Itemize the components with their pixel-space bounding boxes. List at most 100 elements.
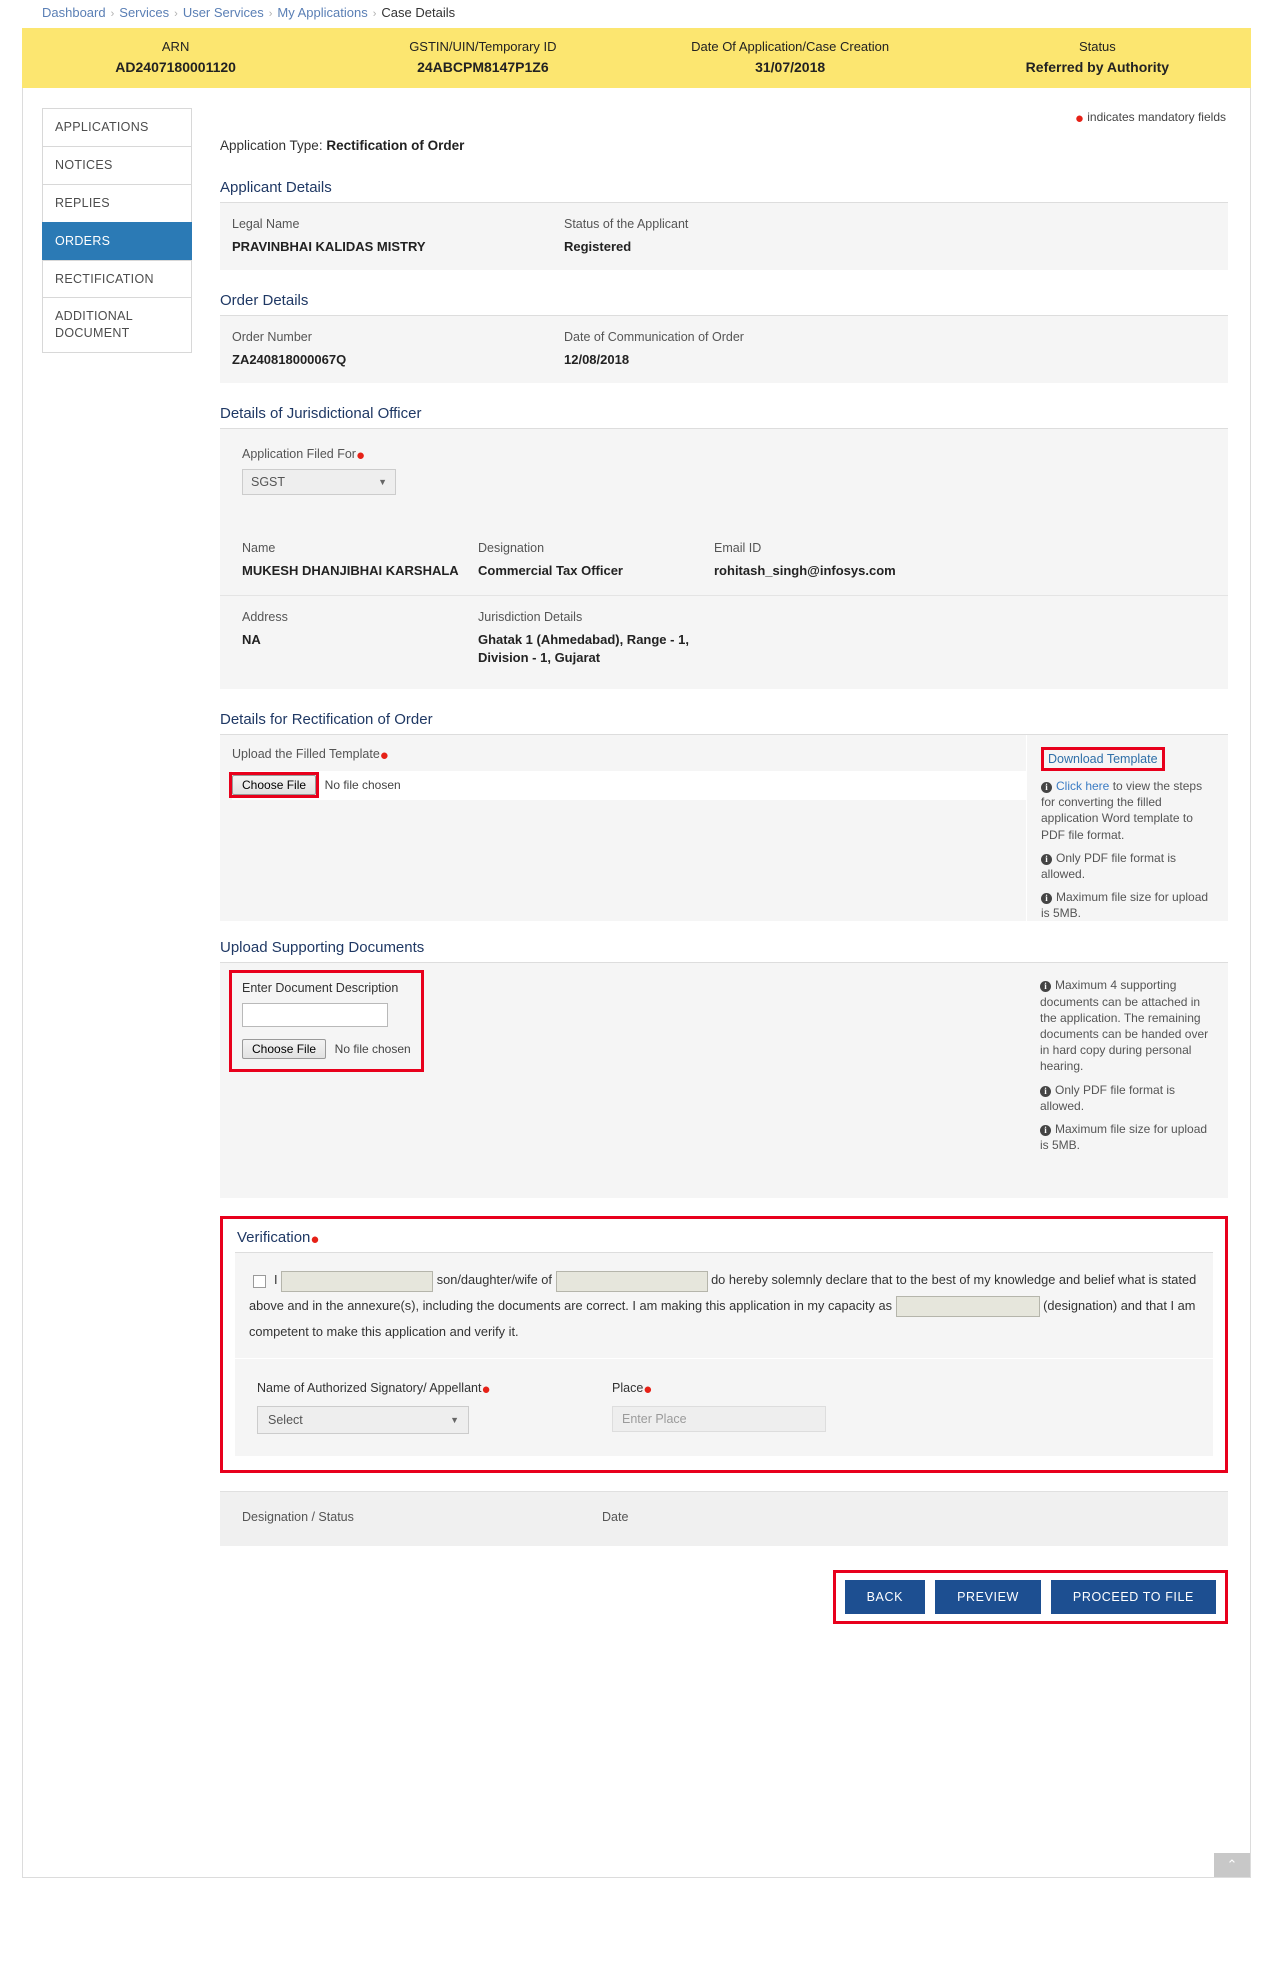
verification-declaration-text: I son/daughter/wife of do hereby solemnl…	[249, 1267, 1199, 1344]
info-icon: i	[1041, 781, 1052, 793]
supporting-choose-file-wrap: Choose File	[242, 1039, 327, 1060]
download-template-link[interactable]: Download Template	[1041, 746, 1165, 771]
section-title-applicant-details: Applicant Details	[220, 179, 332, 196]
mandatory-fields-text: indicates mandatory fields	[1087, 110, 1226, 124]
info-max-size-template-text: Maximum file size for upload is 5MB.	[1041, 890, 1209, 921]
info-max-documents-text: Maximum 4 supporting documents can be at…	[1040, 978, 1209, 1074]
communication-date-label: Date of Communication of Order	[564, 330, 744, 345]
field-jurisdiction-details: Jurisdiction Details Ghatak 1 (Ahmedabad…	[478, 610, 714, 667]
mandatory-fields-note: ● indicates mandatory fields	[220, 110, 1228, 126]
sidebar-item-replies[interactable]: REPLIES	[42, 183, 192, 222]
template-file-row: Choose File No file chosen	[228, 770, 1026, 800]
breadcrumb: Dashboard › Services › User Services › My Appl…	[0, 0, 1273, 28]
proceed-to-file-button[interactable]: PROCEED TO FILE	[1050, 1579, 1216, 1614]
signatory-label-text: Name of Authorized Signatory/ Appellant	[257, 1381, 482, 1396]
rectification-upload-left: Upload the Filled Template● Choose File …	[220, 734, 1026, 922]
verification-section-highlight: Verification● I son/daughter/wife of do …	[220, 1216, 1228, 1473]
info-convert-steps: i Click here to view the steps for conver…	[1041, 778, 1218, 843]
section-title-order-details: Order Details	[220, 292, 309, 310]
breadcrumb-item-services[interactable]: Services	[119, 5, 169, 20]
document-description-highlight: Enter Document Description Choose File N…	[229, 970, 424, 1073]
signatory-select[interactable]: Select	[257, 1405, 469, 1434]
field-applicant-status: Status of the Applicant Registered	[564, 217, 896, 256]
supporting-file-row: Choose File No file chosen	[242, 1039, 411, 1060]
field-jurisdiction-spacer	[714, 610, 1228, 667]
breadcrumb-current-case-details: Case Details	[381, 5, 456, 20]
sidebar-item-rectification[interactable]: RECTIFICATION	[42, 259, 192, 298]
signatory-row: Name of Authorized Signatory/ Appellant●…	[235, 1358, 1213, 1456]
preview-button[interactable]: PREVIEW	[935, 1579, 1041, 1614]
sidebar-item-orders[interactable]: ORDERS	[42, 221, 192, 260]
breadcrumb-separator: ›	[110, 8, 115, 20]
application-type-label: Application Type:	[220, 138, 323, 153]
required-dot-icon: ●	[379, 746, 389, 764]
designation-date-row: Designation / Status Date	[220, 1490, 1228, 1546]
banner-gstin: GSTIN/UIN/Temporary ID 24ABCPM8147P1Z6	[329, 38, 636, 77]
rectification-upload-panel: Upload the Filled Template● Choose File …	[220, 733, 1228, 922]
page-body: APPLICATIONS NOTICES REPLIES ORDERS RECT…	[22, 88, 1251, 1878]
breadcrumb-item-dashboard[interactable]: Dashboard	[42, 5, 106, 20]
verification-designation-input[interactable]	[895, 1296, 1040, 1318]
signatory-label: Name of Authorized Signatory/ Appellant●	[257, 1379, 612, 1398]
upload-template-label-text: Upload the Filled Template	[232, 746, 380, 761]
signatory-select-wrap: Select ▼	[257, 1405, 469, 1434]
verification-name-input[interactable]	[281, 1270, 434, 1292]
breadcrumb-separator: ›	[268, 8, 273, 20]
required-dot-icon: ●	[481, 1381, 491, 1399]
officer-designation-value: Commercial Tax Officer	[478, 563, 623, 579]
back-button[interactable]: BACK	[844, 1579, 926, 1614]
field-officer-email: Email ID rohitash_singh@infosys.com	[714, 541, 1228, 580]
banner-gstin-label: GSTIN/UIN/Temporary ID	[409, 39, 557, 55]
template-no-file-text: No file chosen	[324, 777, 401, 792]
rectification-upload-instructions: Download Template i Click here to view th…	[1026, 734, 1228, 922]
officer-address-row: Address NA Jurisdiction Details Ghatak 1…	[242, 610, 1228, 667]
required-dot-icon: ●	[355, 447, 366, 465]
sidebar-item-applications[interactable]: APPLICATIONS	[42, 108, 192, 146]
application-filed-for-select[interactable]: SGST	[242, 469, 396, 496]
field-applicant-spacer	[896, 217, 1228, 256]
info-icon: i	[1040, 1124, 1051, 1136]
banner-status: Status Referred by Authority	[944, 38, 1251, 77]
officer-address-block: Address NA Jurisdiction Details Ghatak 1…	[220, 594, 1228, 689]
jurisdiction-details-value: Ghatak 1 (Ahmedabad), Range - 1, Divisio…	[478, 631, 689, 665]
declaration-text-2: son/daughter/wife of	[436, 1272, 552, 1288]
template-choose-file-button[interactable]: Choose File	[232, 774, 317, 795]
sidebar-item-notices[interactable]: NOTICES	[42, 145, 192, 184]
order-number-label: Order Number	[232, 330, 312, 345]
info-icon: i	[1041, 853, 1052, 865]
info-pdf-only-template: i Only PDF file format is allowed.	[1041, 850, 1218, 882]
application-filed-for-select-wrap: SGST ▼	[242, 469, 396, 496]
verification-checkbox[interactable]	[253, 1274, 266, 1288]
scroll-to-top-button[interactable]: ⌃	[1214, 1853, 1250, 1877]
banner-arn-label: ARN	[161, 39, 190, 55]
officer-email-label: Email ID	[714, 541, 762, 556]
document-description-input[interactable]	[242, 1003, 388, 1028]
info-max-size-supporting-text: Maximum file size for upload is 5MB.	[1040, 1121, 1208, 1153]
breadcrumb-item-my-applications[interactable]: My Applications	[277, 5, 367, 20]
banner-arn: ARN AD2407180001120	[22, 38, 329, 77]
designation-status-label: Designation / Status	[242, 1509, 354, 1524]
supporting-choose-file-button[interactable]: Choose File	[242, 1039, 327, 1060]
click-here-link[interactable]: Click here	[1056, 779, 1109, 793]
application-filed-for-block: Application Filed For● SGST ▼	[220, 429, 1228, 536]
date-label: Date	[602, 1509, 629, 1524]
main-content: ● indicates mandatory fields Application…	[192, 88, 1250, 1877]
template-choose-file-highlight: Choose File	[228, 771, 320, 798]
breadcrumb-separator: ›	[372, 8, 377, 20]
place-label: Place●	[612, 1379, 1213, 1398]
order-number-value: ZA240818000067Q	[232, 352, 347, 368]
sidebar-nav: APPLICATIONS NOTICES REPLIES ORDERS RECT…	[42, 108, 192, 1877]
place-input[interactable]	[612, 1405, 826, 1432]
section-title-jurisdictional-officer: Details of Jurisdictional Officer	[220, 405, 422, 423]
sidebar-item-additional-document[interactable]: ADDITIONAL DOCUMENT	[42, 297, 192, 354]
action-buttons-highlight: BACK PREVIEW PROCEED TO FILE	[832, 1569, 1228, 1624]
breadcrumb-item-user-services[interactable]: User Services	[183, 5, 264, 20]
document-description-label: Enter Document Description	[242, 981, 399, 996]
info-pdf-only-supporting-text: Only PDF file format is allowed.	[1040, 1082, 1176, 1113]
officer-email-value: rohitash_singh@infosys.com	[714, 563, 896, 579]
verification-parent-name-input[interactable]	[555, 1270, 708, 1292]
field-officer-name: Name MUKESH DHANJIBHAI KARSHALA	[242, 541, 478, 580]
banner-gstin-value: 24ABCPM8147P1Z6	[417, 59, 549, 76]
banner-date-value: 31/07/2018	[755, 59, 826, 76]
action-button-bar: BACK PREVIEW PROCEED TO FILE	[220, 1569, 1228, 1624]
